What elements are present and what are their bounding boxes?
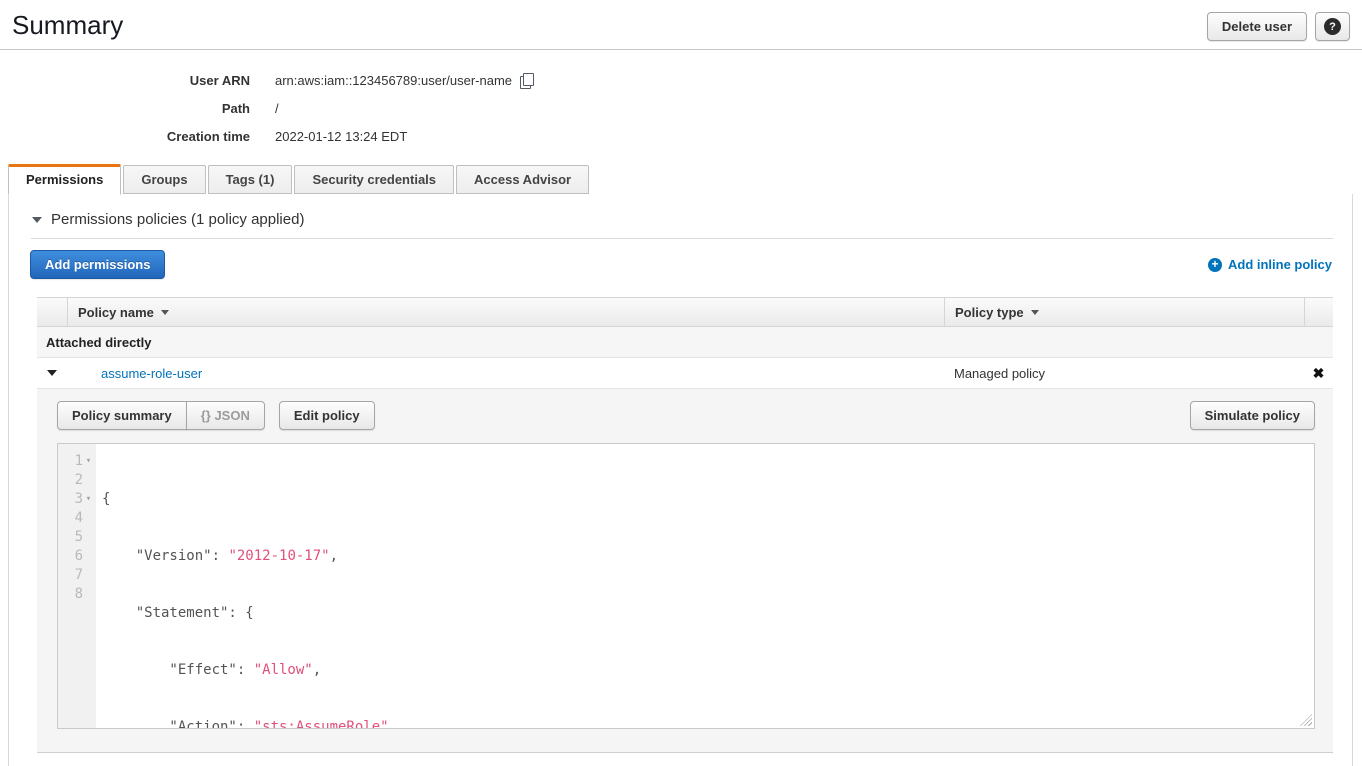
copy-icon[interactable] <box>520 73 534 88</box>
policies-table: Policy name Policy type Attached directl… <box>37 297 1333 753</box>
tab-permissions[interactable]: Permissions <box>8 164 121 195</box>
sort-caret-icon <box>161 310 169 315</box>
gutter-line: 3▾ <box>58 490 96 509</box>
permissions-policies-section-toggle[interactable]: Permissions policies (1 policy applied) <box>9 194 1352 228</box>
gutter-line: 8 <box>58 585 96 604</box>
user-arn-text: arn:aws:iam::123456789:user/user-name <box>275 73 512 88</box>
detail-row-user-arn: User ARN arn:aws:iam::123456789:user/use… <box>0 66 1362 94</box>
policy-view-segmented-control: Policy summary {} JSON <box>57 401 265 430</box>
page-header: Summary Delete user ? <box>0 0 1362 50</box>
sort-caret-icon <box>1031 310 1039 315</box>
policy-name-cell: assume-role-user <box>67 366 944 381</box>
tab-tags[interactable]: Tags (1) <box>208 165 293 194</box>
user-details: User ARN arn:aws:iam::123456789:user/use… <box>0 66 1362 150</box>
section-collapse-icon <box>32 217 42 223</box>
code-line: "Statement": { <box>102 604 1314 623</box>
code-line: "Effect": "Allow", <box>102 661 1314 680</box>
policy-type-cell: Managed policy <box>944 366 1304 381</box>
code-line: "Action": "sts:AssumeRole", <box>102 718 1314 728</box>
policy-type-header-label: Policy type <box>955 305 1024 320</box>
section-title: Permissions policies (1 policy applied) <box>51 211 304 228</box>
detail-row-creation-time: Creation time 2022-01-12 13:24 EDT <box>0 122 1362 150</box>
policy-detail-expanded-area: Policy summary {} JSON Edit policy Simul… <box>37 388 1333 753</box>
action-column-header <box>1304 298 1333 326</box>
fold-caret-icon[interactable]: ▾ <box>83 490 94 509</box>
policy-name-column-header[interactable]: Policy name <box>67 298 944 326</box>
detail-row-path: Path / <box>0 94 1362 122</box>
fold-caret-icon[interactable]: ▾ <box>83 452 94 471</box>
json-view-button[interactable]: {} JSON <box>186 401 265 430</box>
editor-code-area[interactable]: { "Version": "2012-10-17", "Statement": … <box>96 444 1314 728</box>
add-inline-policy-label: Add inline policy <box>1228 257 1332 272</box>
add-permissions-button[interactable]: Add permissions <box>30 250 165 279</box>
path-label: Path <box>0 101 250 116</box>
tab-bar: Permissions Groups Tags (1) Security cre… <box>8 164 1362 194</box>
user-arn-label: User ARN <box>0 73 250 88</box>
gutter-line: 7 <box>58 566 96 585</box>
json-policy-editor[interactable]: 1▾ 2 3▾ 4 5 6 7 8 { "Version": "2012-10-… <box>57 443 1315 729</box>
code-line: { <box>102 490 1314 509</box>
gutter-line: 4 <box>58 509 96 528</box>
table-header-row: Policy name Policy type <box>37 297 1333 327</box>
creation-time-value: 2022-01-12 13:24 EDT <box>275 129 407 144</box>
tab-groups[interactable]: Groups <box>123 165 205 194</box>
edit-policy-button[interactable]: Edit policy <box>279 401 375 430</box>
tab-security-credentials[interactable]: Security credentials <box>294 165 454 194</box>
code-line: "Version": "2012-10-17", <box>102 547 1314 566</box>
plus-icon: + <box>1208 258 1222 272</box>
creation-time-label: Creation time <box>0 129 250 144</box>
chevron-down-icon <box>47 370 57 376</box>
gutter-line: 6 <box>58 547 96 566</box>
section-divider <box>31 238 1333 239</box>
tab-access-advisor[interactable]: Access Advisor <box>456 165 589 194</box>
group-label: Attached directly <box>46 335 151 350</box>
policy-name-header-label: Policy name <box>78 305 154 320</box>
policy-toolbar: Add permissions + Add inline policy <box>30 250 1332 279</box>
policy-type-column-header[interactable]: Policy type <box>944 298 1304 326</box>
page-title: Summary <box>12 10 123 41</box>
gutter-line: 1▾ <box>58 452 96 471</box>
group-row-attached-directly: Attached directly <box>37 327 1333 358</box>
user-arn-value: arn:aws:iam::123456789:user/user-name <box>275 73 534 88</box>
delete-user-button[interactable]: Delete user <box>1207 12 1307 41</box>
gutter-line: 5 <box>58 528 96 547</box>
gutter-line: 2 <box>58 471 96 490</box>
policy-summary-button[interactable]: Policy summary <box>57 401 187 430</box>
permissions-tab-panel: Permissions policies (1 policy applied) … <box>8 194 1353 766</box>
policy-name-link[interactable]: assume-role-user <box>101 366 202 381</box>
policy-actions-bar: Policy summary {} JSON Edit policy Simul… <box>57 401 1315 430</box>
row-expander[interactable] <box>37 370 67 376</box>
remove-policy-cell: ✖ <box>1304 366 1333 381</box>
help-icon: ? <box>1324 18 1341 35</box>
header-actions: Delete user ? <box>1207 10 1350 41</box>
add-inline-policy-link[interactable]: + Add inline policy <box>1208 257 1332 272</box>
policy-actions-left: Policy summary {} JSON Edit policy <box>57 401 375 430</box>
policy-table-row: assume-role-user Managed policy ✖ <box>37 358 1333 388</box>
help-button[interactable]: ? <box>1315 12 1350 41</box>
simulate-policy-button[interactable]: Simulate policy <box>1190 401 1315 430</box>
expander-column-header <box>37 298 67 326</box>
path-value: / <box>275 101 279 116</box>
editor-gutter: 1▾ 2 3▾ 4 5 6 7 8 <box>58 444 96 728</box>
remove-policy-icon[interactable]: ✖ <box>1313 365 1325 381</box>
